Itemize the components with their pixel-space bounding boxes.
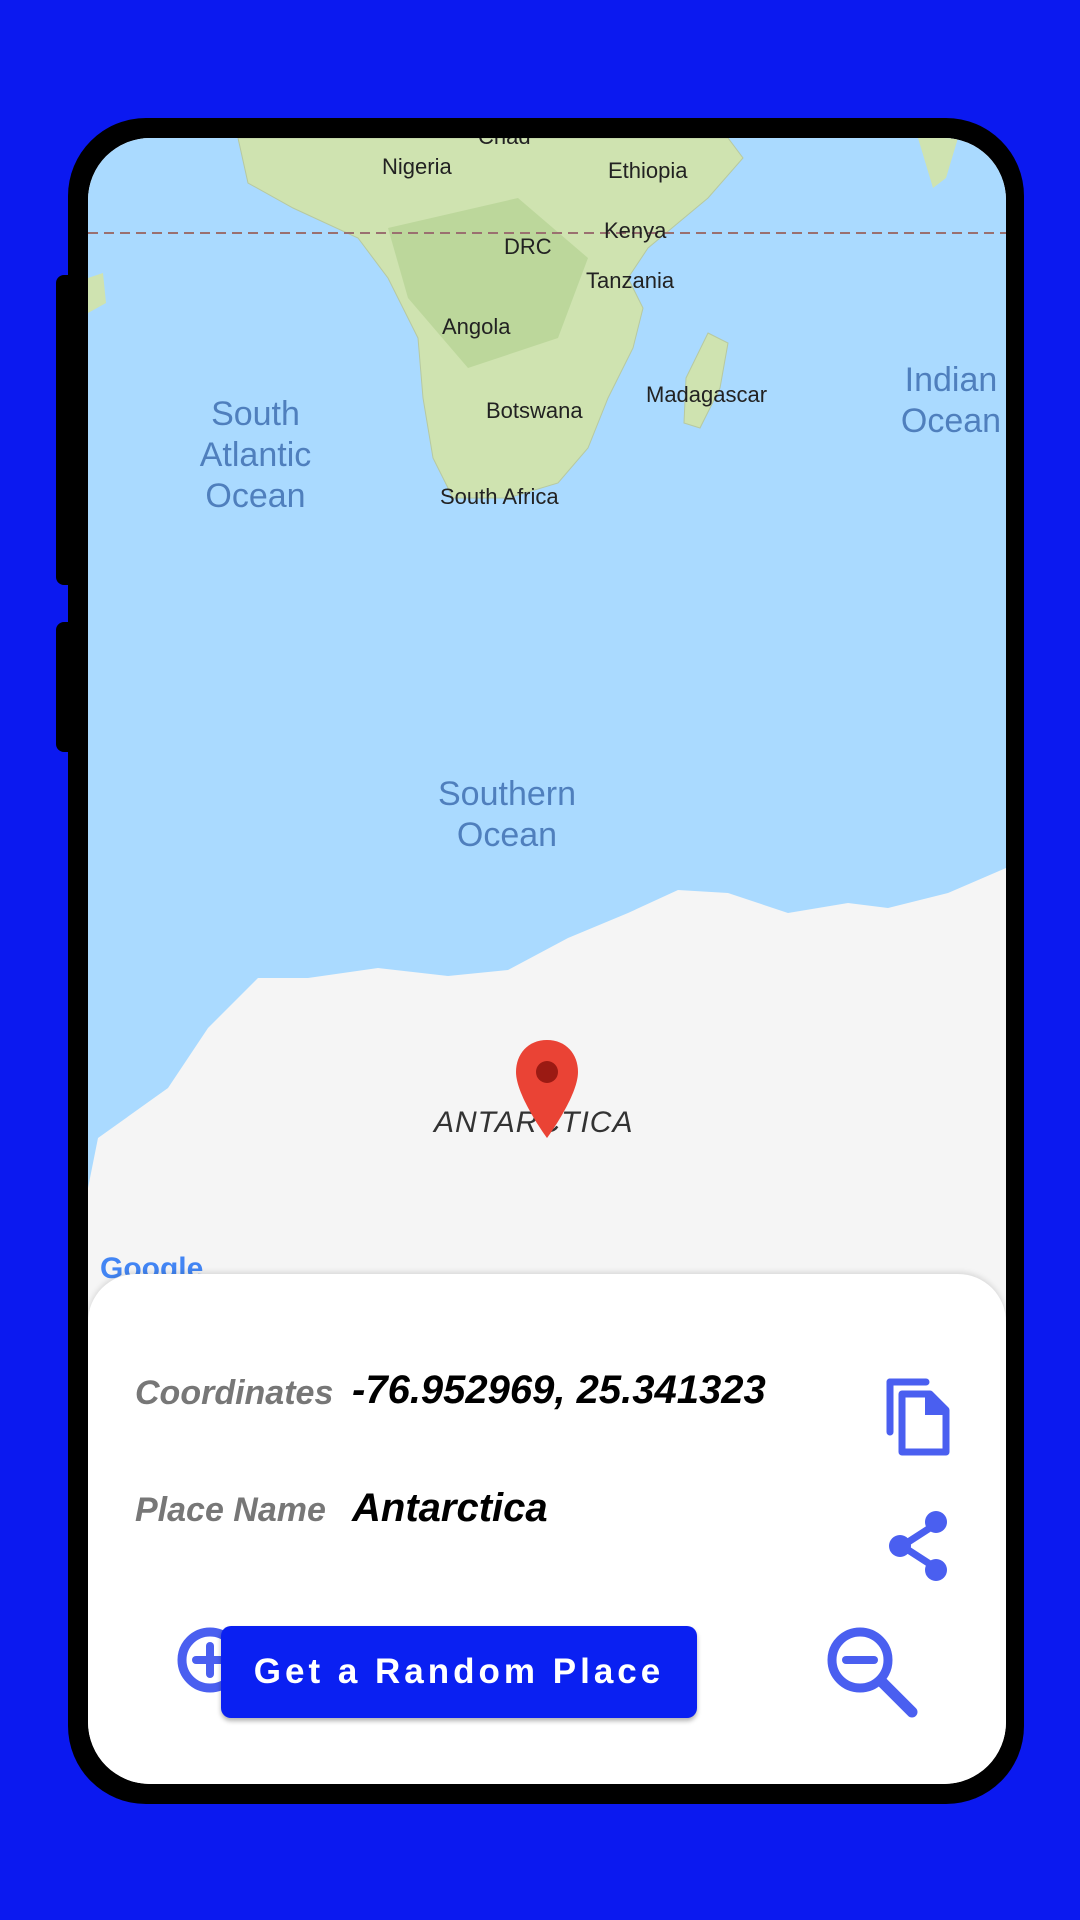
- map-label-kenya: Kenya: [604, 218, 667, 243]
- ocean-label-text: Indian Ocean: [900, 361, 1002, 440]
- map-label-tanzania: Tanzania: [586, 268, 675, 293]
- get-random-place-button[interactable]: Get a Random Place: [221, 1626, 697, 1718]
- map-label-indian-ocean: Indian Ocean: [896, 360, 1006, 442]
- map-label-nigeria: Nigeria: [382, 154, 452, 179]
- coordinates-label: Coordinates: [135, 1374, 334, 1412]
- map-label-south-atlantic-ocean: South Atlantic Ocean: [188, 394, 323, 517]
- share-icon[interactable]: [886, 1510, 952, 1582]
- map-view[interactable]: Chad Nigeria Ethiopia DRC Kenya Tanzania…: [88, 138, 1006, 1338]
- map-label-madagascar: Madagascar: [646, 382, 768, 407]
- map-pin-icon[interactable]: [512, 1038, 582, 1148]
- map-label-southern-ocean: Southern Ocean: [434, 774, 580, 856]
- get-random-place-button-label: Get a Random Place: [253, 1652, 665, 1691]
- map-label-ethiopia: Ethiopia: [608, 158, 688, 183]
- phone-screen: Chad Nigeria Ethiopia DRC Kenya Tanzania…: [88, 138, 1006, 1784]
- map-label-drc: DRC: [504, 234, 552, 259]
- place-name-label: Place Name: [135, 1491, 326, 1529]
- ocean-label-text: Southern Ocean: [438, 775, 576, 854]
- map-label-angola: Angola: [442, 314, 511, 339]
- coordinates-value: -76.952969, 25.341323: [352, 1368, 766, 1412]
- ocean-label-text: South Atlantic Ocean: [199, 395, 312, 515]
- map-label-botswana: Botswana: [486, 398, 583, 423]
- zoom-out-icon[interactable]: [822, 1622, 922, 1722]
- copy-icon[interactable]: [882, 1378, 952, 1458]
- place-name-value: Antarctica: [352, 1486, 548, 1530]
- map-canvas: [88, 138, 1006, 1338]
- map-label-south-africa: South Africa: [440, 484, 559, 509]
- map-label-chad: Chad: [478, 138, 531, 150]
